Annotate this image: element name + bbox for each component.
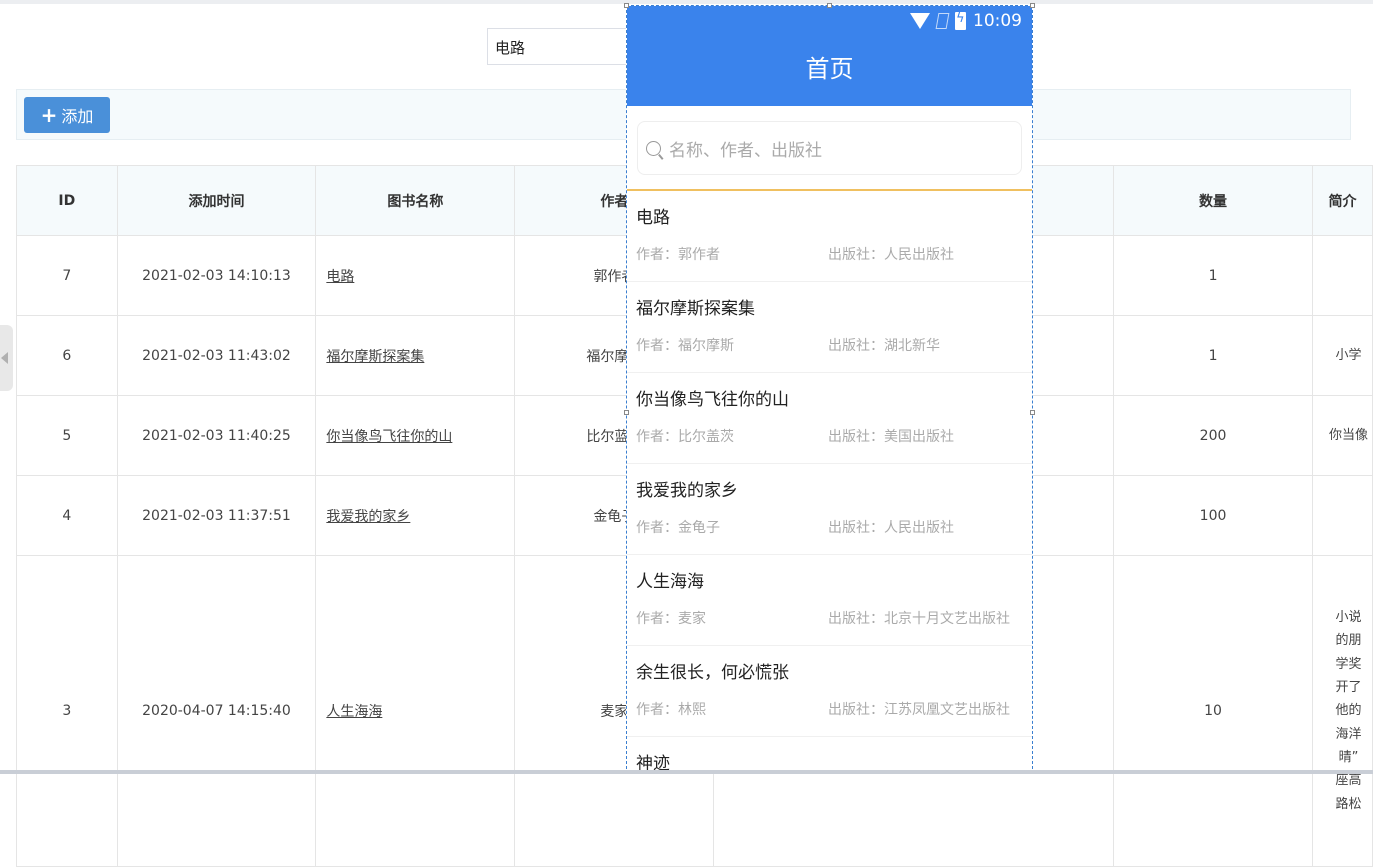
book-name-link[interactable]: 电路: [326, 269, 354, 285]
cell-id: 4: [17, 476, 118, 556]
column-header-time[interactable]: 添加时间: [117, 166, 316, 236]
add-button-label: 添加: [61, 103, 93, 127]
window-top-edge: [0, 0, 1373, 4]
cell-quantity: 1: [1113, 316, 1312, 396]
book-name-link[interactable]: 福尔摩斯探案集: [326, 349, 424, 365]
desc-line: 海洋: [1325, 723, 1372, 746]
cell-id: 3: [17, 556, 118, 867]
cell-id: 7: [17, 236, 118, 316]
web-search-input[interactable]: 电路: [487, 28, 647, 65]
book-title: 人生海海: [636, 567, 1023, 592]
resize-handle-top-right[interactable]: [1030, 3, 1035, 8]
cell-name: 电路: [316, 236, 515, 316]
cell-name: 我爱我的家乡: [316, 476, 515, 556]
book-author: 作者：比尔盖茨: [636, 426, 828, 446]
desc-line: 小说: [1325, 606, 1372, 629]
window-bottom-edge: [0, 770, 1373, 774]
cell-id: 5: [17, 396, 118, 476]
column-header-id[interactable]: ID: [17, 166, 118, 236]
cell-description: 你当像: [1313, 396, 1373, 476]
resize-handle-top-left[interactable]: [624, 3, 629, 8]
column-header-description[interactable]: 简介: [1313, 166, 1373, 236]
cell-quantity: 200: [1113, 396, 1312, 476]
desc-line: 开了: [1325, 676, 1372, 699]
cell-time: 2021-02-03 11:37:51: [117, 476, 316, 556]
book-publisher: 出版社：江苏凤凰文艺出版社: [828, 699, 1010, 719]
book-publisher: 出版社：湖北新华: [828, 335, 940, 355]
cell-name: 人生海海: [316, 556, 515, 867]
cell-time: 2020-04-07 14:15:40: [117, 556, 316, 867]
cell-description: 小说 的朋 学奖 开了 他的 海洋 晴” 座高 路松: [1313, 556, 1373, 867]
status-bar: 10:09: [627, 6, 1032, 36]
cell-name: 你当像鸟飞往你的山: [316, 396, 515, 476]
book-publisher: 出版社：人民出版社: [828, 517, 954, 537]
search-icon: [646, 141, 661, 156]
book-list-item[interactable]: 电路 作者：郭作者出版社：人民出版社: [627, 191, 1032, 282]
book-author: 作者：福尔摩斯: [636, 335, 828, 355]
cell-quantity: 1: [1113, 236, 1312, 316]
cell-id: 6: [17, 316, 118, 396]
search-section: 名称、作者、出版社: [627, 106, 1032, 191]
plus-icon: +: [41, 105, 58, 125]
phone-preview: 10:09 首页 名称、作者、出版社 电路 作者：郭作者出版社：人民出版社 福尔…: [626, 5, 1033, 774]
book-title: 我爱我的家乡: [636, 476, 1023, 501]
add-button[interactable]: + 添加: [24, 97, 110, 133]
wifi-icon: [910, 13, 930, 29]
collapse-sidebar-handle[interactable]: [0, 325, 13, 391]
book-list-item[interactable]: 福尔摩斯探案集 作者：福尔摩斯出版社：湖北新华: [627, 282, 1032, 373]
search-placeholder: 名称、作者、出版社: [669, 136, 822, 161]
cell-description: 小学: [1313, 316, 1373, 396]
cell-quantity: 10: [1113, 556, 1312, 867]
book-publisher: 出版社：美国出版社: [828, 426, 954, 446]
status-time: 10:09: [973, 11, 1022, 31]
battery-charging-icon: [955, 12, 966, 30]
cell-time: 2021-02-03 11:43:02: [117, 316, 316, 396]
book-publisher: 出版社：人民出版社: [828, 244, 954, 264]
cell-time: 2021-02-03 14:10:13: [117, 236, 316, 316]
book-title: 电路: [636, 203, 1023, 228]
desc-line: 学奖: [1325, 653, 1372, 676]
book-list-item[interactable]: 余生很长，何必慌张 作者：林熙出版社：江苏凤凰文艺出版社: [627, 646, 1032, 737]
resize-handle-left[interactable]: [624, 410, 629, 415]
book-list-item[interactable]: 我爱我的家乡 作者：金龟子出版社：人民出版社: [627, 464, 1032, 555]
book-title: 福尔摩斯探案集: [636, 294, 1023, 319]
column-header-quantity[interactable]: 数量: [1113, 166, 1312, 236]
book-list-item[interactable]: 人生海海 作者：麦家出版社：北京十月文艺出版社: [627, 555, 1032, 646]
no-signal-icon: [936, 13, 950, 29]
book-title: 你当像鸟飞往你的山: [636, 385, 1023, 410]
cell-description: [1313, 236, 1373, 316]
cell-quantity: 100: [1113, 476, 1312, 556]
book-name-link[interactable]: 我爱我的家乡: [326, 509, 410, 525]
desc-line: 他的: [1325, 699, 1372, 722]
resize-handle-right[interactable]: [1030, 410, 1035, 415]
book-list-item[interactable]: 神迹: [627, 737, 1032, 774]
resize-handle-top[interactable]: [827, 3, 832, 8]
desc-line: 的朋: [1325, 629, 1372, 652]
desc-line: 晴”: [1325, 746, 1372, 769]
book-list-item[interactable]: 你当像鸟飞往你的山 作者：比尔盖茨出版社：美国出版社: [627, 373, 1032, 464]
book-title: 余生很长，何必慌张: [636, 658, 1023, 683]
book-author: 作者：金龟子: [636, 517, 828, 537]
book-author: 作者：麦家: [636, 608, 828, 628]
cell-name: 福尔摩斯探案集: [316, 316, 515, 396]
book-name-link[interactable]: 你当像鸟飞往你的山: [326, 429, 452, 445]
book-publisher: 出版社：北京十月文艺出版社: [828, 608, 1010, 628]
column-header-name[interactable]: 图书名称: [316, 166, 515, 236]
phone-search-input[interactable]: 名称、作者、出版社: [637, 121, 1022, 175]
cell-description: [1313, 476, 1373, 556]
book-name-link[interactable]: 人生海海: [326, 704, 382, 720]
nav-title: 首页: [627, 36, 1032, 106]
cell-time: 2021-02-03 11:40:25: [117, 396, 316, 476]
book-author: 作者：郭作者: [636, 244, 828, 264]
book-author: 作者：林熙: [636, 699, 828, 719]
desc-line: 路松: [1325, 793, 1372, 816]
